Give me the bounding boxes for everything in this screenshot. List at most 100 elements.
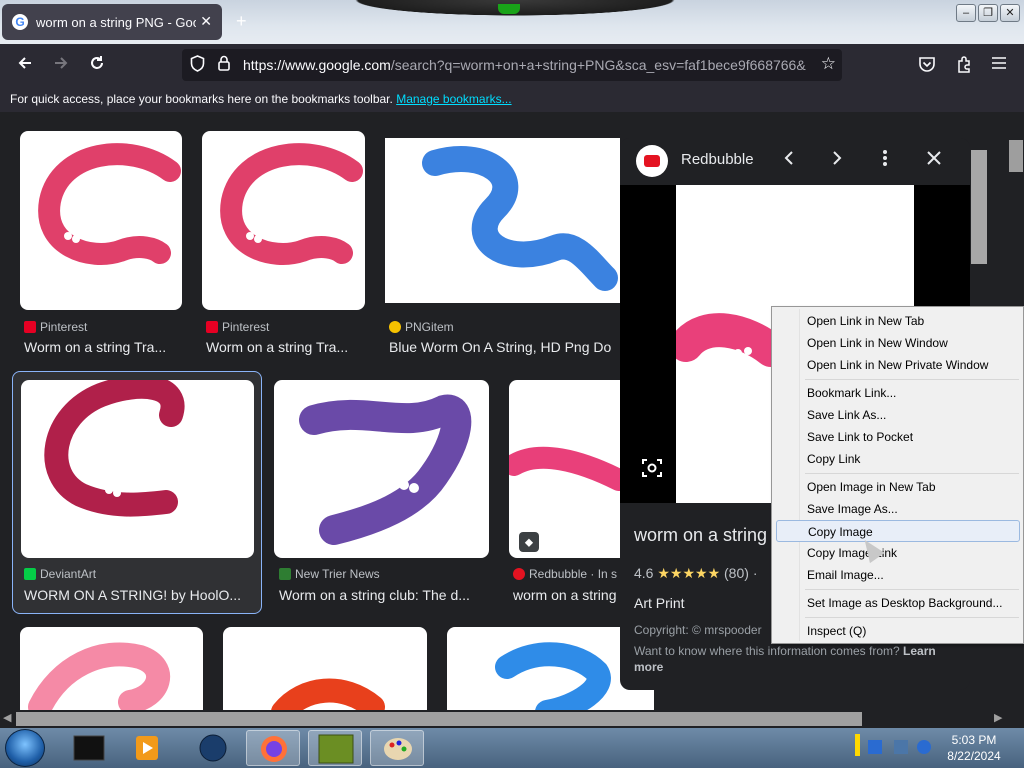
result-caption-6[interactable]: worm on a string: [513, 587, 619, 603]
maximize-button[interactable]: ❐: [978, 4, 998, 22]
bookmarks-toolbar: For quick access, place your bookmarks h…: [0, 86, 1024, 112]
close-window-button[interactable]: ✕: [1000, 4, 1020, 22]
reload-icon[interactable]: [88, 54, 106, 77]
scroll-left-arrow-icon[interactable]: ◀: [3, 711, 11, 724]
tab-strip: G worm on a string PNG - Google ✕ + – ❐ …: [0, 0, 1024, 44]
tracking-protection-shield-icon[interactable]: [190, 55, 205, 76]
result-image-6[interactable]: ⬥: [509, 380, 620, 558]
redbubble-logo-icon: [636, 145, 668, 177]
bookmarks-message: For quick access, place your bookmarks h…: [10, 92, 393, 106]
pocket-icon[interactable]: [918, 55, 936, 78]
forward-arrow-icon[interactable]: [52, 54, 70, 77]
rating-stars-icon: ★★★★★: [657, 565, 721, 581]
result-caption-5[interactable]: Worm on a string club: The d...: [279, 587, 487, 603]
menu-copy-image-link[interactable]: Copy Image Link: [776, 542, 1020, 564]
menu-inspect[interactable]: Inspect (Q): [776, 620, 1020, 642]
menu-open-image-new-tab[interactable]: Open Image in New Tab: [776, 476, 1020, 498]
source-name: Pinterest: [40, 320, 88, 334]
taskbar-firefox-icon[interactable]: [246, 730, 300, 766]
source-name: DeviantArt: [40, 567, 97, 581]
panel-scrollbar-thumb[interactable]: [971, 150, 987, 264]
result-caption-1[interactable]: Worm on a string Tra...: [24, 339, 180, 355]
source-name: New Trier News: [295, 567, 380, 581]
taskbar-terminal-icon[interactable]: [62, 730, 116, 766]
menu-save-link-as[interactable]: Save Link As...: [776, 404, 1020, 426]
result-image-7[interactable]: [20, 627, 203, 710]
menu-save-image-as[interactable]: Save Image As...: [776, 498, 1020, 520]
clock-date: 8/22/2024: [947, 749, 1001, 763]
result-source-5[interactable]: New Trier News: [279, 567, 380, 581]
menu-open-link-private-window[interactable]: Open Link in New Private Window: [776, 354, 1020, 376]
info-question: Want to know where this information come…: [634, 644, 900, 658]
rating-separator: ·: [752, 565, 758, 581]
news-favicon-icon: [279, 568, 291, 580]
url-text[interactable]: https://www.google.com/search?q=worm+on+…: [243, 57, 808, 73]
extensions-icon[interactable]: [955, 55, 973, 78]
scrollbar-thumb[interactable]: [1009, 140, 1023, 172]
close-panel-icon[interactable]: [926, 148, 942, 174]
result-image-1[interactable]: [20, 131, 182, 310]
menu-email-image[interactable]: Email Image...: [776, 564, 1020, 586]
menu-hamburger-icon[interactable]: [991, 55, 1007, 76]
result-source-4[interactable]: DeviantArt: [24, 567, 96, 581]
result-image-4[interactable]: [21, 380, 254, 558]
previous-chevron-icon[interactable]: [782, 148, 796, 174]
panel-info-text: Want to know where this information come…: [634, 643, 964, 675]
more-options-icon[interactable]: [882, 148, 888, 174]
redbubble-favicon-icon: [513, 568, 525, 580]
menu-set-desktop-background[interactable]: Set Image as Desktop Background...: [776, 592, 1020, 614]
next-chevron-icon[interactable]: [830, 148, 844, 174]
scroll-right-arrow-icon[interactable]: ▶: [994, 711, 1002, 724]
menu-copy-image[interactable]: Copy Image: [776, 520, 1020, 542]
back-arrow-icon[interactable]: [16, 54, 34, 77]
taskbar-paint-icon[interactable]: [370, 730, 424, 766]
source-name: PNGitem: [405, 320, 454, 334]
source-name: Redbubble · In s: [529, 567, 618, 581]
result-image-3[interactable]: [385, 138, 620, 303]
panel-title[interactable]: worm on a string: [634, 525, 767, 546]
tab-google-search[interactable]: G worm on a string PNG - Google ✕: [2, 4, 222, 40]
menu-copy-link[interactable]: Copy Link: [776, 448, 1020, 470]
result-source-1[interactable]: Pinterest: [24, 320, 87, 334]
system-clock[interactable]: 5:03 PM 8/22/2024: [930, 732, 1018, 764]
context-menu: Open Link in New Tab Open Link in New Wi…: [771, 306, 1024, 644]
panel-site-name[interactable]: Redbubble: [681, 151, 754, 168]
menu-separator: [805, 473, 1019, 474]
address-bar[interactable]: https://www.google.com/search?q=worm+on+…: [182, 49, 842, 81]
page-horizontal-scrollbar[interactable]: ◀ ▶: [0, 710, 1024, 728]
menu-open-link-new-tab[interactable]: Open Link in New Tab: [776, 310, 1020, 332]
minimize-button[interactable]: –: [956, 4, 976, 22]
result-source-2[interactable]: Pinterest: [206, 320, 269, 334]
result-caption-4[interactable]: WORM ON A STRING! by HoolO...: [24, 587, 250, 603]
menu-bookmark-link[interactable]: Bookmark Link...: [776, 382, 1020, 404]
result-image-8[interactable]: [223, 627, 427, 710]
url-host: https://www.google.com: [243, 57, 391, 73]
url-path: /search?q=worm+on+a+string+PNG&sca_esv=f…: [390, 57, 806, 73]
bookmark-star-icon[interactable]: ☆: [821, 54, 836, 74]
tab-title: worm on a string PNG - Google: [36, 14, 196, 30]
deviantart-favicon-icon: [24, 568, 36, 580]
pinterest-favicon-icon: [206, 321, 218, 333]
result-image-5[interactable]: [274, 380, 489, 558]
google-lens-icon[interactable]: [640, 456, 664, 480]
horizontal-scrollbar-thumb[interactable]: [16, 712, 862, 726]
menu-save-link-to-pocket[interactable]: Save Link to Pocket: [776, 426, 1020, 448]
source-name: Pinterest: [222, 320, 270, 334]
start-button[interactable]: [5, 729, 45, 767]
lock-icon[interactable]: [218, 55, 230, 71]
menu-separator: [805, 379, 1019, 380]
taskbar-media-player-icon[interactable]: [120, 730, 174, 766]
result-source-3[interactable]: PNGitem: [389, 320, 454, 334]
panel-rating: 4.6 ★★★★★ (80) ·: [634, 565, 757, 582]
result-caption-3[interactable]: Blue Worm On A String, HD Png Do: [389, 339, 620, 355]
tab-close-icon[interactable]: ✕: [200, 13, 212, 30]
menu-open-link-new-window[interactable]: Open Link in New Window: [776, 332, 1020, 354]
result-source-6[interactable]: Redbubble · In s: [513, 567, 617, 581]
result-image-2[interactable]: [202, 131, 365, 310]
result-caption-2[interactable]: Worm on a string Tra...: [206, 339, 362, 355]
new-tab-button[interactable]: +: [236, 11, 247, 32]
taskbar: 5:03 PM 8/22/2024: [0, 728, 1024, 768]
taskbar-game-icon[interactable]: [308, 730, 362, 766]
manage-bookmarks-link[interactable]: Manage bookmarks...: [396, 92, 511, 106]
taskbar-globe-icon[interactable]: [186, 730, 240, 766]
